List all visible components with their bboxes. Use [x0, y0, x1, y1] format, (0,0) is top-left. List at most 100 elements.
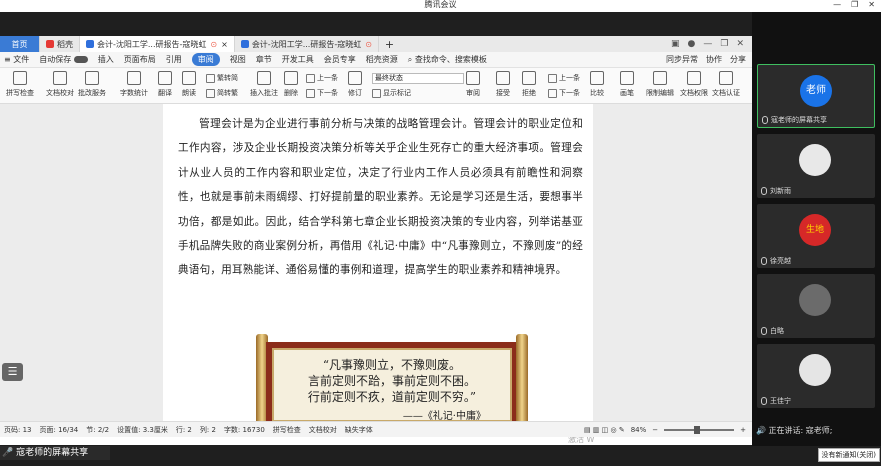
- next-icon: [306, 88, 315, 98]
- menu-reference[interactable]: 引用: [166, 54, 182, 65]
- translate-button[interactable]: 翻译: [158, 71, 172, 98]
- insert-comment-button[interactable]: 插入批注: [250, 71, 278, 98]
- warning-icon: ⊙: [210, 39, 218, 49]
- certificate-icon: [719, 71, 733, 85]
- prev-revision-button[interactable]: 上一条: [548, 73, 580, 83]
- proof-icon: [53, 71, 67, 85]
- share-button[interactable]: 分享: [730, 54, 746, 65]
- new-tab-button[interactable]: +: [379, 36, 400, 52]
- menu-layout[interactable]: 页面布局: [124, 54, 156, 65]
- zoom-in-button[interactable]: +: [740, 426, 746, 434]
- restore-icon[interactable]: ❐: [720, 39, 728, 49]
- trad-simp-button[interactable]: 简转繁: [206, 88, 238, 98]
- show-marks-button[interactable]: 显示标记: [372, 88, 411, 98]
- comment-icon: [257, 71, 271, 85]
- scroll-paper: “凡事豫则立，不豫则废。 言前定则不跲，事前定则不困。 行前定则不疚，道前定则不…: [266, 342, 518, 428]
- status-words[interactable]: 字数: 16730: [224, 425, 265, 435]
- prev-comment-button[interactable]: 上一条: [306, 73, 338, 83]
- doc-permission-button[interactable]: 文档权限: [680, 71, 708, 98]
- status-spell[interactable]: 拼写检查: [273, 425, 301, 435]
- maximize-button[interactable]: ❐: [851, 0, 858, 10]
- reject-icon: [522, 71, 536, 85]
- zoom-level[interactable]: 84%: [631, 426, 647, 434]
- status-proof[interactable]: 文档校对: [309, 425, 337, 435]
- file-menu[interactable]: ≡ 文件: [4, 54, 29, 65]
- delete-comment-button[interactable]: 删除: [284, 71, 298, 98]
- layout-icon[interactable]: ▣: [671, 39, 680, 49]
- notification-toast[interactable]: 没有新通知(关闭): [817, 448, 880, 462]
- convert-icon: [206, 73, 215, 83]
- restrict-edit-button[interactable]: 限制编辑: [646, 71, 674, 98]
- annot-service-button[interactable]: 批改服务: [78, 71, 106, 98]
- doc-cert-button[interactable]: 文档认证: [712, 71, 740, 98]
- speaking-indicator: 🔊 正在讲话: 寇老师;: [756, 426, 833, 435]
- participant-tile[interactable]: 生地 徐亮越: [757, 204, 875, 268]
- view-mode-icon[interactable]: ▤ ▥ ◫ ◎ ✎: [584, 426, 625, 434]
- menu-review[interactable]: 审阅: [191, 53, 220, 66]
- sync-status[interactable]: 同步异常: [666, 54, 698, 65]
- spell-check-icon: [13, 71, 27, 85]
- status-missing-font[interactable]: 缺失字体: [345, 425, 373, 435]
- spell-check-button[interactable]: 拼写检查: [6, 71, 34, 98]
- collab-button[interactable]: 协作: [706, 54, 722, 65]
- participant-tile[interactable]: 白略: [757, 274, 875, 338]
- document-area[interactable]: 管理会计是为企业进行事前分析与决策的战略管理会计。管理会计的职业定位和工作内容，…: [0, 104, 752, 444]
- prev-icon: [306, 73, 315, 83]
- autosave[interactable]: 自动保存: [39, 54, 88, 65]
- minimize-icon[interactable]: —: [703, 39, 712, 49]
- doc-proof-button[interactable]: 文档校对: [46, 71, 74, 98]
- review-pane-button[interactable]: 审阅: [466, 71, 480, 98]
- accept-button[interactable]: 接受: [496, 71, 510, 98]
- avatar: 生地: [799, 214, 831, 246]
- revise-button[interactable]: 修订: [348, 71, 362, 98]
- participant-tile[interactable]: 老师 寇老师的屏幕共享: [757, 64, 875, 128]
- word-count-button[interactable]: 字数统计: [120, 71, 148, 98]
- menu-devtools[interactable]: 开发工具: [282, 54, 314, 65]
- participant-tile[interactable]: 王佳宁: [757, 344, 875, 408]
- menu-view[interactable]: 视图: [230, 54, 246, 65]
- next-revision-button[interactable]: 下一条: [548, 88, 580, 98]
- pen-button[interactable]: 画笔: [620, 71, 634, 98]
- prev-icon: [548, 73, 557, 83]
- scroll-line-3: 行前定则不疚，道前定则不穷。”: [307, 390, 477, 404]
- tab-document-1[interactable]: 会计-沈阳工学...研报告-寇晓虹 ⊙ ×: [80, 36, 235, 52]
- outline-icon[interactable]: ☰: [2, 363, 23, 381]
- doc-icon: [240, 40, 249, 48]
- zoom-out-button[interactable]: −: [652, 426, 658, 434]
- close-icon[interactable]: ✕: [736, 39, 744, 49]
- simp-trad-button[interactable]: 繁转简: [206, 73, 238, 83]
- mic-icon: [761, 397, 767, 405]
- menu-docer-res[interactable]: 稻壳资源: [366, 54, 398, 65]
- wps-tab-bar: 首页 稻壳 会计-沈阳工学...研报告-寇晓虹 ⊙ × 会计-沈阳工学...研报告-…: [0, 36, 752, 52]
- read-aloud-button[interactable]: 朗读: [182, 71, 196, 98]
- avatar[interactable]: ●: [688, 39, 696, 49]
- menu-insert[interactable]: 插入: [98, 54, 114, 65]
- autosave-toggle[interactable]: [73, 56, 88, 63]
- tab-docer[interactable]: 稻壳: [40, 36, 80, 52]
- review-icon: [466, 71, 480, 85]
- mic-icon: [761, 257, 767, 265]
- doc-icon: [86, 40, 94, 48]
- menu-member[interactable]: 会员专享: [324, 54, 356, 65]
- scroll-attribution: ——《礼记·中庸》: [402, 411, 486, 422]
- participant-list: 老师 寇老师的屏幕共享 刘新雨 生地 徐亮越 白略 王佳宁: [752, 12, 881, 446]
- status-setting: 设置值: 3.3厘米: [117, 425, 168, 434]
- lock-icon: [653, 71, 667, 85]
- participant-tile[interactable]: 刘新雨: [757, 134, 875, 198]
- zoom-slider[interactable]: [664, 425, 735, 434]
- compare-button[interactable]: 比较: [590, 71, 604, 98]
- scroll-illustration: “凡事豫则立，不豫则废。 言前定则不跲，事前定则不困。 行前定则不疚，道前定则不…: [256, 334, 528, 428]
- window-titlebar: 腾讯会议 — ❐ ✕: [0, 0, 881, 12]
- reject-button[interactable]: 拒绝: [522, 71, 536, 98]
- tab-document-2[interactable]: 会计-沈阳工学...研报告-寇晓虹 ⊙: [235, 36, 379, 52]
- next-comment-button[interactable]: 下一条: [306, 88, 338, 98]
- menu-chapter[interactable]: 章节: [256, 54, 272, 65]
- close-button[interactable]: ✕: [868, 0, 875, 10]
- final-status-select[interactable]: 最终状态: [372, 73, 464, 84]
- document-page[interactable]: 管理会计是为企业进行事前分析与决策的战略管理会计。管理会计的职业定位和工作内容，…: [163, 104, 593, 428]
- convert-icon: [206, 88, 215, 98]
- search-commands[interactable]: ⌕ 查找命令、搜索模板: [408, 54, 487, 65]
- tab-home[interactable]: 首页: [0, 36, 40, 52]
- close-tab-icon[interactable]: ×: [221, 40, 228, 49]
- minimize-button[interactable]: —: [833, 0, 841, 10]
